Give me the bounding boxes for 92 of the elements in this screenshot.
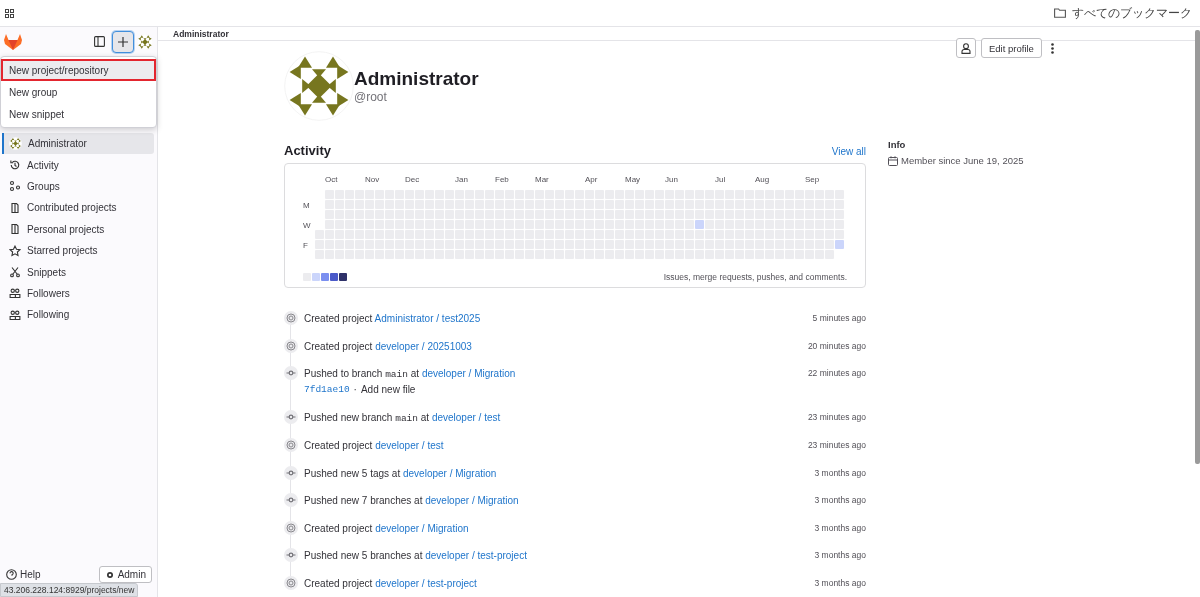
project-link[interactable]: developer / 20251003	[375, 340, 472, 352]
month-label: May	[625, 175, 641, 184]
event-time: 23 minutes ago	[807, 410, 866, 424]
history-icon	[9, 159, 21, 172]
project-link[interactable]: developer / Migration	[402, 467, 497, 479]
menu-item[interactable]: New group	[1, 81, 156, 103]
weekday-label: M	[303, 201, 310, 210]
sidebar-item[interactable]: Snippets	[2, 261, 154, 283]
project-icon	[9, 201, 21, 214]
info-heading: Info	[888, 139, 907, 150]
month-label: Nov	[365, 175, 380, 184]
event-time: 3 months ago	[814, 576, 866, 590]
event-text: Created project developer / test	[304, 439, 444, 453]
month-label: Feb	[495, 175, 509, 184]
month-label: Aug	[755, 175, 770, 184]
commit-sha-link[interactable]: 7fd1ae10	[304, 382, 350, 397]
sidebar-item[interactable]: Following	[2, 304, 154, 326]
groups-icon	[9, 180, 21, 193]
sidebar-item[interactable]: Groups	[2, 175, 154, 198]
calendar-icon	[888, 155, 898, 166]
event-time: 3 months ago	[814, 521, 866, 535]
sidebar-item[interactable]: Personal projects	[2, 218, 154, 240]
event-time: 3 months ago	[814, 494, 866, 507]
plus-icon	[118, 36, 128, 47]
event-text: Pushed new 7 branches at developer / Migration	[304, 494, 519, 508]
event-time: 5 minutes ago	[812, 312, 866, 325]
event-text: Pushed to branch main at developer / Migration	[304, 367, 516, 382]
profile-username: @root	[354, 90, 388, 104]
event-time: 3 months ago	[814, 549, 866, 562]
weekday-label: W	[303, 221, 311, 230]
user-avatar	[137, 33, 153, 50]
folder-icon	[1054, 8, 1066, 18]
month-label: Jun	[665, 175, 678, 184]
help-button[interactable]: Help	[6, 569, 41, 580]
sidebar-item[interactable]: Contributed projects	[2, 197, 154, 219]
admin-button[interactable]: Admin	[98, 566, 152, 583]
project-link[interactable]: developer / test	[375, 440, 444, 451]
event-text: Pushed new 5 tags at developer / Migration	[304, 466, 497, 481]
view-all-link[interactable]: View all	[831, 146, 866, 157]
weekday-label: F	[303, 241, 308, 250]
profile-avatar	[284, 51, 354, 121]
event-text: Pushed new 5 branches at developer / test-project	[304, 549, 527, 563]
month-label: Jul	[715, 175, 726, 184]
menu-item[interactable]: New snippet	[1, 103, 156, 125]
month-label: Sep	[805, 175, 820, 184]
users-icon	[9, 287, 21, 300]
scissors-icon	[9, 266, 21, 279]
event-time: 23 minutes ago	[807, 439, 866, 452]
fox-logo[interactable]	[4, 33, 22, 50]
project-link[interactable]: developer / test	[431, 411, 501, 423]
month-label: Dec	[405, 175, 420, 184]
project-link[interactable]: Administrator / test2025	[374, 313, 481, 324]
user-icon[interactable]	[956, 38, 976, 58]
sidebar-item[interactable]: Followers	[2, 282, 154, 305]
star-icon	[9, 244, 21, 257]
month-label: Mar	[535, 175, 549, 184]
month-label: Jan	[455, 175, 468, 184]
project-link[interactable]: developer / Migration	[421, 368, 516, 379]
month-label: Oct	[325, 175, 338, 184]
month-label: Apr	[585, 175, 598, 184]
project-link[interactable]: developer / test-project	[425, 550, 527, 561]
event-text: Created project developer / Migration	[304, 521, 469, 536]
profile-name: Administrator	[354, 68, 479, 90]
activity-heading: Activity	[284, 143, 331, 158]
status-url: 43.206.228.124:8929/projects/new	[0, 583, 139, 597]
sidebar-item[interactable]: Starred projects	[2, 239, 154, 262]
project-icon	[9, 223, 21, 236]
sidebar-item[interactable]: Activity	[2, 154, 154, 176]
separator: ·	[353, 383, 357, 397]
sidebar-item[interactable]: Administrator	[2, 133, 154, 155]
users-icon	[9, 308, 21, 321]
project-link[interactable]: developer / Migration	[425, 495, 519, 506]
event-time: 22 minutes ago	[807, 367, 866, 380]
event-time: 20 minutes ago	[807, 339, 866, 353]
event-text: Created project developer / 20251003	[304, 339, 472, 354]
event-text: Created project Administrator / test2025	[304, 312, 481, 326]
event-text: Pushed new branch main at developer / test	[304, 410, 501, 426]
project-link[interactable]: developer / test-project	[375, 577, 477, 589]
admin-icon	[104, 569, 115, 580]
member-since: Member since June 19, 2025	[901, 155, 1024, 166]
bookmarks-label[interactable]: すべてのブックマーク	[1072, 4, 1192, 22]
project-link[interactable]: developer / Migration	[375, 522, 469, 534]
calendar-caption: Issues, merge requests, pushes, and comments.	[663, 272, 847, 282]
apps-grid-icon[interactable]	[5, 8, 14, 18]
event-time: 3 months ago	[814, 466, 866, 480]
help-icon	[6, 569, 17, 580]
breadcrumb[interactable]: Administrator	[173, 28, 229, 39]
menu-item[interactable]: New project/repository	[1, 59, 156, 81]
event-text: Created project developer / test-project	[304, 576, 477, 591]
commit-message: Add new file	[360, 383, 416, 397]
avatar-icon	[9, 137, 22, 151]
edit-profile-button[interactable]: Edit profile	[981, 38, 1042, 58]
